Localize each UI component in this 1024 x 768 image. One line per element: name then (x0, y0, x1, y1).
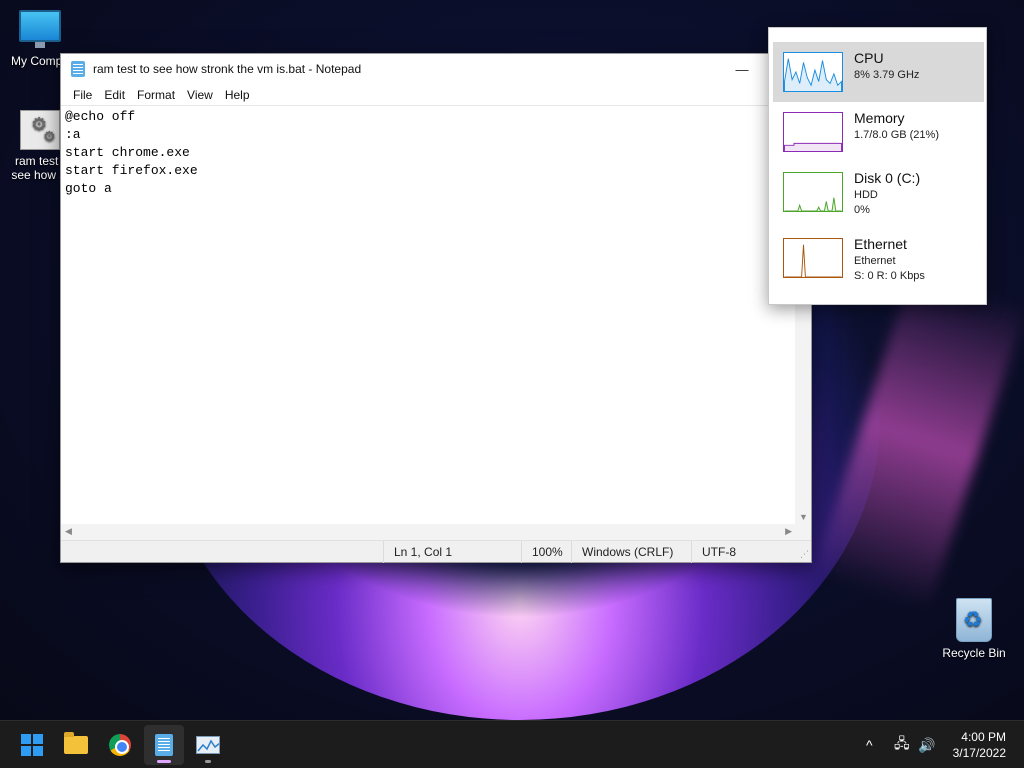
memory-graph (783, 112, 843, 152)
running-indicator (205, 760, 211, 763)
notepad-titlebar[interactable]: ram test to see how stronk the vm is.bat… (61, 54, 811, 84)
perf-name: CPU (854, 50, 884, 66)
status-zoom: 100% (521, 541, 571, 563)
code-line: goto a (65, 181, 112, 196)
batch-file-icon: ⚙ ⚙ (20, 110, 60, 150)
perf-name: Disk 0 (C:) (854, 170, 921, 186)
taskbar-file-explorer[interactable] (56, 725, 96, 765)
text-editor[interactable]: @echo off :a start chrome.exe start fire… (61, 106, 796, 524)
perf-item-memory[interactable]: Memory 1.7/8.0 GB (21%) (773, 102, 984, 162)
code-line: start firefox.exe (65, 163, 198, 178)
recycle-bin-icon: ♻ (956, 598, 992, 642)
menu-format[interactable]: Format (131, 88, 181, 102)
volume-icon: 🔊 (918, 736, 936, 753)
start-icon (21, 734, 43, 756)
clock-time: 4:00 PM (961, 730, 1006, 744)
clock[interactable]: 4:00 PM 3/17/2022 (953, 729, 1006, 761)
perf-detail: S: 0 R: 0 Kbps (854, 270, 925, 282)
code-line: start chrome.exe (65, 145, 190, 160)
perf-name: Ethernet (854, 236, 907, 252)
cpu-graph (783, 52, 843, 92)
monitor-icon (19, 10, 61, 48)
menu-view[interactable]: View (181, 88, 219, 102)
ethernet-graph (783, 238, 843, 278)
menu-bar: File Edit Format View Help (61, 84, 811, 106)
chevron-up-icon: ^ (866, 737, 873, 753)
disk-graph (783, 172, 843, 212)
taskbar-chrome[interactable] (100, 725, 140, 765)
scroll-right-icon[interactable]: ▶ (785, 526, 792, 537)
desktop-icon-label: Recycle Bin (942, 646, 1006, 660)
perf-item-disk[interactable]: Disk 0 (C:) HDD 0% (773, 162, 984, 222)
perf-detail: HDD (854, 189, 878, 201)
window-title: ram test to see how stronk the vm is.bat… (93, 62, 362, 76)
network-icon: 🖧 (894, 735, 910, 751)
performance-panel: CPU 8% 3.79 GHz Memory 1.7/8.0 GB (21%) … (768, 27, 987, 305)
status-bar: Ln 1, Col 1 100% Windows (CRLF) UTF-8 ⋰ (61, 540, 811, 563)
notepad-app-icon (71, 61, 85, 77)
menu-edit[interactable]: Edit (98, 88, 131, 102)
scroll-left-icon[interactable]: ◀ (65, 526, 72, 537)
notepad-window: ram test to see how stronk the vm is.bat… (60, 53, 812, 563)
code-line: :a (65, 127, 81, 142)
start-button[interactable] (12, 725, 52, 765)
desktop-icon-recycle-bin[interactable]: ♻ Recycle Bin (934, 598, 1014, 660)
scroll-down-icon[interactable]: ▼ (799, 512, 808, 522)
code-line: @echo off (65, 109, 136, 124)
taskbar-notepad[interactable] (144, 725, 184, 765)
chrome-icon (109, 734, 131, 756)
notepad-icon (155, 734, 173, 756)
tray-overflow-button[interactable]: ^ (866, 721, 873, 768)
perf-detail: 8% 3.79 GHz (854, 69, 920, 81)
perf-detail: Ethernet (854, 255, 896, 267)
perf-name: Memory (854, 110, 905, 126)
perf-item-cpu[interactable]: CPU 8% 3.79 GHz (773, 42, 984, 102)
minimize-button[interactable]: — (719, 54, 765, 84)
resize-grip-icon[interactable]: ⋰ (800, 549, 809, 560)
horizontal-scrollbar[interactable]: ◀ ▶ (61, 524, 796, 540)
volume-button[interactable]: 🔊 (918, 721, 935, 768)
status-position: Ln 1, Col 1 (383, 541, 521, 563)
taskbar: ^ 🖧 🔊 4:00 PM 3/17/2022 (0, 720, 1024, 768)
file-explorer-icon (64, 732, 88, 754)
taskbar-task-manager[interactable] (188, 725, 228, 765)
status-line-ending: Windows (CRLF) (571, 541, 691, 563)
perf-detail: 0% (854, 204, 870, 216)
network-button[interactable]: 🖧 (894, 721, 910, 768)
active-indicator (157, 760, 171, 763)
status-encoding: UTF-8 (691, 541, 801, 563)
clock-date: 3/17/2022 (952, 746, 1006, 760)
task-manager-icon (196, 736, 220, 754)
menu-file[interactable]: File (67, 88, 98, 102)
perf-detail: 1.7/8.0 GB (21%) (854, 129, 939, 141)
menu-help[interactable]: Help (219, 88, 256, 102)
perf-item-ethernet[interactable]: Ethernet Ethernet S: 0 R: 0 Kbps (773, 228, 984, 288)
